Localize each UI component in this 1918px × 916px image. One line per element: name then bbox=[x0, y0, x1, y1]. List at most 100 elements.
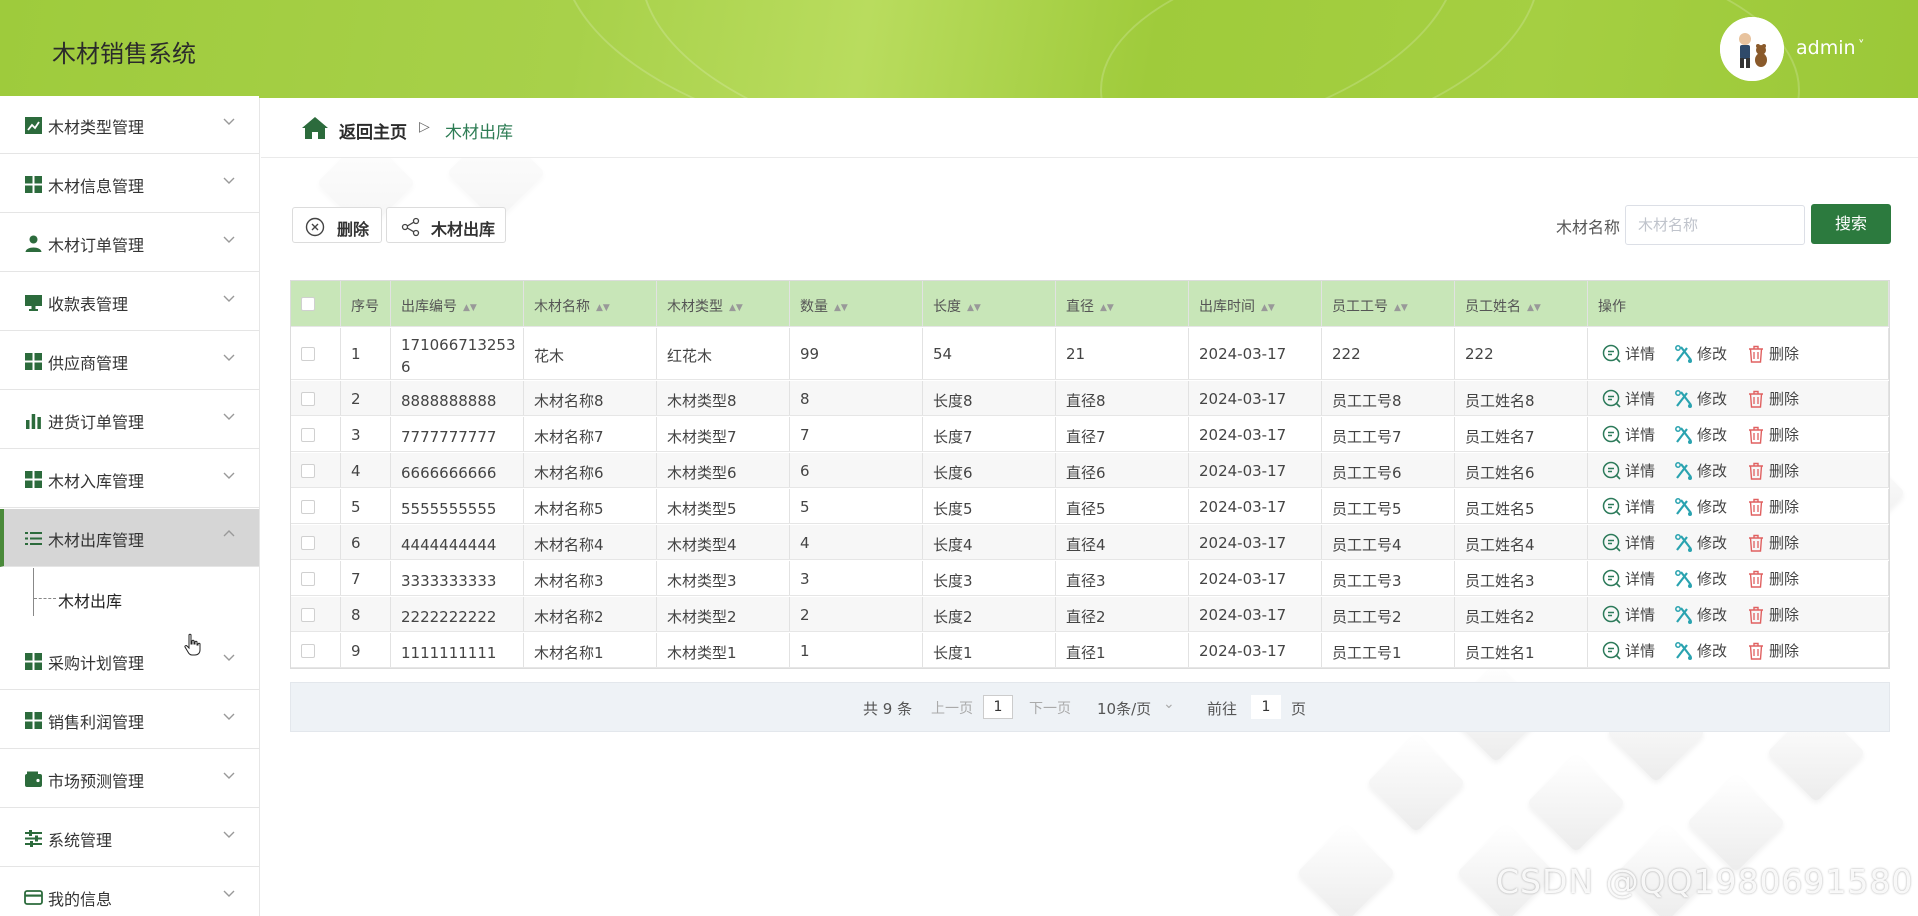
pagination-next[interactable]: 下一页 bbox=[1029, 698, 1071, 718]
edit-link[interactable]: 修改 bbox=[1674, 424, 1727, 445]
row-checkbox[interactable] bbox=[301, 427, 315, 442]
breadcrumb: 返回主页 ▷ 木材出库 bbox=[261, 98, 1918, 158]
edit-link[interactable]: 修改 bbox=[1674, 343, 1727, 364]
avatar[interactable] bbox=[1720, 17, 1784, 81]
row-checkbox[interactable] bbox=[301, 607, 315, 622]
row-checkbox[interactable] bbox=[301, 571, 315, 586]
table-cell: 1 bbox=[790, 633, 923, 667]
cell-emp_name: 员工姓名6 bbox=[1465, 464, 1535, 482]
detail-link[interactable]: 详情 bbox=[1602, 496, 1655, 517]
select-all-checkbox[interactable] bbox=[301, 297, 315, 311]
delete-link[interactable]: 删除 bbox=[1746, 604, 1799, 625]
detail-link[interactable]: 详情 bbox=[1602, 460, 1655, 481]
cell-length: 长度5 bbox=[933, 500, 973, 518]
edit-icon bbox=[1675, 390, 1692, 408]
sidebar-item-0[interactable]: 木材类型管理 bbox=[0, 96, 259, 154]
detail-icon bbox=[1602, 533, 1621, 552]
table-row: 7 3333333333 木材名称3 木材类型3 3 长度3 直径3 2024-03-17 员工… bbox=[291, 561, 1889, 596]
detail-icon bbox=[1602, 425, 1621, 444]
delete-link[interactable]: 删除 bbox=[1746, 388, 1799, 409]
sidebar-item-1[interactable]: 木材信息管理 bbox=[0, 155, 259, 213]
edit-link[interactable]: 修改 bbox=[1674, 604, 1727, 625]
share-icon bbox=[401, 217, 420, 237]
delete-link[interactable]: 删除 bbox=[1746, 532, 1799, 553]
delete-link[interactable]: 删除 bbox=[1746, 568, 1799, 589]
chevron-down-icon bbox=[222, 114, 236, 128]
table-row: 4 6666666666 木材名称6 木材类型6 6 长度6 直径6 2024-03-17 员工… bbox=[291, 453, 1889, 488]
pagination-current-page[interactable]: 1 bbox=[983, 695, 1013, 719]
sidebar-subitem-outbound[interactable]: 木材出库 bbox=[0, 568, 259, 628]
breadcrumb-home-link[interactable]: 返回主页 bbox=[339, 118, 407, 143]
row-checkbox[interactable] bbox=[301, 347, 315, 361]
grid-icon bbox=[24, 352, 43, 371]
edit-link[interactable]: 修改 bbox=[1674, 532, 1727, 553]
column-header[interactable]: 员工姓名 ▲▼ bbox=[1465, 296, 1541, 316]
chevron-down-icon[interactable]: ˅ bbox=[1858, 39, 1865, 54]
column-header[interactable]: 木材名称 ▲▼ bbox=[534, 296, 610, 316]
column-header[interactable]: 员工工号 ▲▼ bbox=[1332, 296, 1408, 316]
pagination-prev[interactable]: 上一页 bbox=[931, 698, 973, 718]
delete-link[interactable]: 删除 bbox=[1746, 343, 1799, 364]
column-header[interactable]: 出库编号 ▲▼ bbox=[401, 296, 477, 316]
goto-page-input[interactable]: 1 bbox=[1251, 695, 1281, 719]
delete-link[interactable]: 删除 bbox=[1746, 640, 1799, 661]
detail-link[interactable]: 详情 bbox=[1602, 532, 1655, 553]
column-header[interactable]: 木材类型 ▲▼ bbox=[667, 296, 743, 316]
row-checkbox[interactable] bbox=[301, 499, 315, 514]
sidebar-item-4[interactable]: 供应商管理 bbox=[0, 332, 259, 390]
sidebar-item-6[interactable]: 木材入库管理 bbox=[0, 450, 259, 508]
column-header[interactable]: 长度 ▲▼ bbox=[933, 296, 981, 316]
sort-icon: ▲▼ bbox=[596, 303, 610, 313]
column-header[interactable]: 直径 ▲▼ bbox=[1066, 296, 1114, 316]
search-button[interactable]: 搜索 bbox=[1811, 204, 1891, 244]
row-checkbox[interactable] bbox=[301, 535, 315, 550]
sidebar-item-11[interactable]: 系统管理 bbox=[0, 809, 259, 867]
cell-diameter: 21 bbox=[1066, 345, 1086, 363]
detail-link[interactable]: 详情 bbox=[1602, 343, 1655, 364]
column-header[interactable]: 出库时间 ▲▼ bbox=[1199, 296, 1275, 316]
edit-link[interactable]: 修改 bbox=[1674, 460, 1727, 481]
table-cell bbox=[291, 417, 341, 451]
grid-icon bbox=[24, 175, 43, 194]
sidebar-item-12[interactable]: 我的信息 bbox=[0, 868, 259, 916]
user-menu[interactable]: admin bbox=[1796, 37, 1856, 59]
avatar-image bbox=[1720, 17, 1784, 81]
table-cell: 54 bbox=[923, 328, 1056, 379]
table-cell: 员工姓名8 bbox=[1455, 381, 1588, 415]
delete-link[interactable]: 删除 bbox=[1746, 460, 1799, 481]
delete-link[interactable]: 删除 bbox=[1746, 424, 1799, 445]
home-icon[interactable] bbox=[301, 116, 329, 140]
sidebar-item-10[interactable]: 市场预测管理 bbox=[0, 750, 259, 808]
column-header[interactable]: 数量 ▲▼ bbox=[800, 296, 848, 316]
row-checkbox[interactable] bbox=[301, 643, 315, 658]
edit-link[interactable]: 修改 bbox=[1674, 388, 1727, 409]
outbound-button[interactable]: 木材出库 bbox=[386, 207, 506, 243]
table-cell: 8 bbox=[790, 381, 923, 415]
search-input[interactable] bbox=[1625, 205, 1805, 245]
detail-link[interactable]: 详情 bbox=[1602, 388, 1655, 409]
sidebar-item-5[interactable]: 进货订单管理 bbox=[0, 391, 259, 449]
delete-button[interactable]: 删除 bbox=[292, 207, 382, 243]
sidebar-item-3[interactable]: 收款表管理 bbox=[0, 273, 259, 331]
chevron-down-icon bbox=[222, 827, 236, 841]
sidebar-item-7[interactable]: 木材出库管理 bbox=[0, 509, 259, 567]
detail-link[interactable]: 详情 bbox=[1602, 604, 1655, 625]
chevron-down-icon[interactable]: ⌄ bbox=[1163, 696, 1175, 712]
detail-link[interactable]: 详情 bbox=[1602, 424, 1655, 445]
sidebar-item-8[interactable]: 采购计划管理 bbox=[0, 632, 259, 690]
row-checkbox[interactable] bbox=[301, 463, 315, 478]
sort-icon: ▲▼ bbox=[729, 303, 743, 313]
detail-link[interactable]: 详情 bbox=[1602, 568, 1655, 589]
edit-link[interactable]: 修改 bbox=[1674, 640, 1727, 661]
detail-link[interactable]: 详情 bbox=[1602, 640, 1655, 661]
table-cell bbox=[291, 281, 341, 326]
table-cell: 长度6 bbox=[923, 453, 1056, 487]
table-row: 2 8888888888 木材名称8 木材类型8 8 长度8 直径8 2024-03-17 员工… bbox=[291, 381, 1889, 416]
edit-link[interactable]: 修改 bbox=[1674, 496, 1727, 517]
delete-link[interactable]: 删除 bbox=[1746, 496, 1799, 517]
sidebar-item-2[interactable]: 木材订单管理 bbox=[0, 214, 259, 272]
page-size-select[interactable]: 10条/页 bbox=[1097, 698, 1151, 719]
sidebar-item-9[interactable]: 销售利润管理 bbox=[0, 691, 259, 749]
row-checkbox[interactable] bbox=[301, 391, 315, 406]
edit-link[interactable]: 修改 bbox=[1674, 568, 1727, 589]
